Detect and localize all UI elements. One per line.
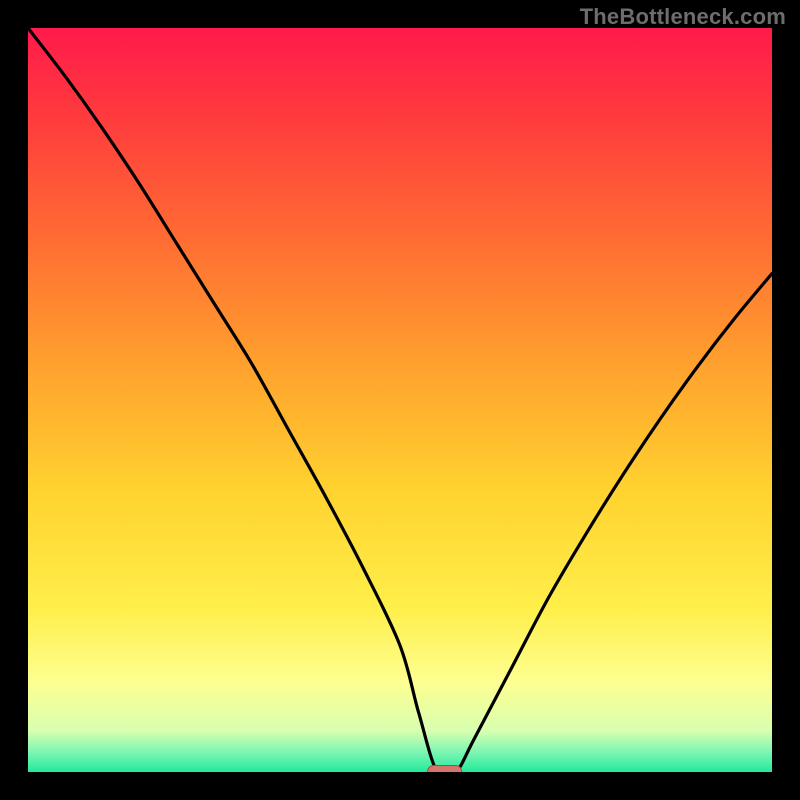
optimal-marker bbox=[428, 766, 462, 773]
plot-background bbox=[28, 28, 772, 772]
bottleneck-chart bbox=[28, 28, 772, 772]
attribution-label: TheBottleneck.com bbox=[580, 4, 786, 30]
chart-frame: TheBottleneck.com bbox=[0, 0, 800, 800]
